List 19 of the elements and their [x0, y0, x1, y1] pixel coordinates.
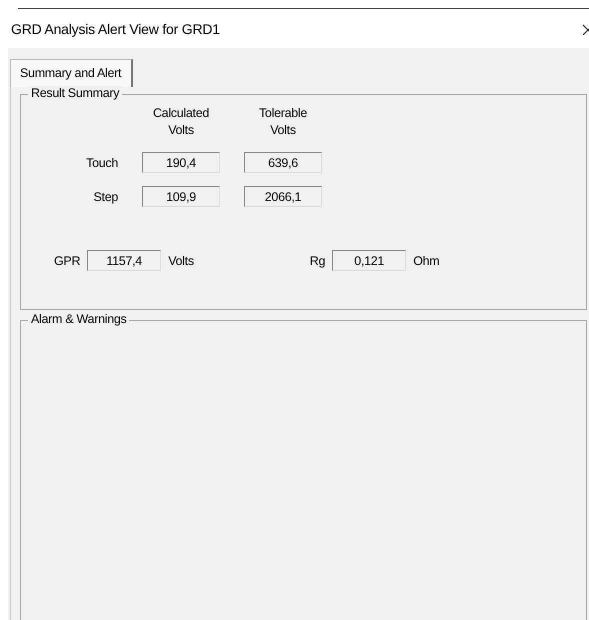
row-label: Touch: [85, 156, 118, 170]
row-label: Step: [92, 190, 118, 204]
value-field: 109,9: [142, 186, 220, 207]
unit-label: Volts: [168, 254, 194, 268]
group-title: Result Summary: [28, 86, 122, 100]
window-title: GRD Analysis Alert View for GRD1: [11, 20, 220, 36]
value-field: 0,121: [332, 250, 406, 271]
group-title: Alarm & Warnings: [28, 312, 130, 326]
value-field: 190,4: [142, 152, 220, 173]
column-header: Tolerable Volts: [258, 105, 308, 139]
field-label: Rg: [310, 254, 326, 268]
field-label: GPR: [54, 254, 80, 268]
value-field: 639,6: [244, 152, 322, 173]
column-header: Calculated Volts: [152, 105, 210, 139]
unit-label: Ohm: [413, 254, 440, 268]
close-icon[interactable]: [583, 22, 589, 34]
value-field: 1157,4: [87, 250, 162, 271]
tab[interactable]: Summary and Alert: [10, 59, 134, 87]
value-field: 2066,1: [244, 186, 322, 207]
